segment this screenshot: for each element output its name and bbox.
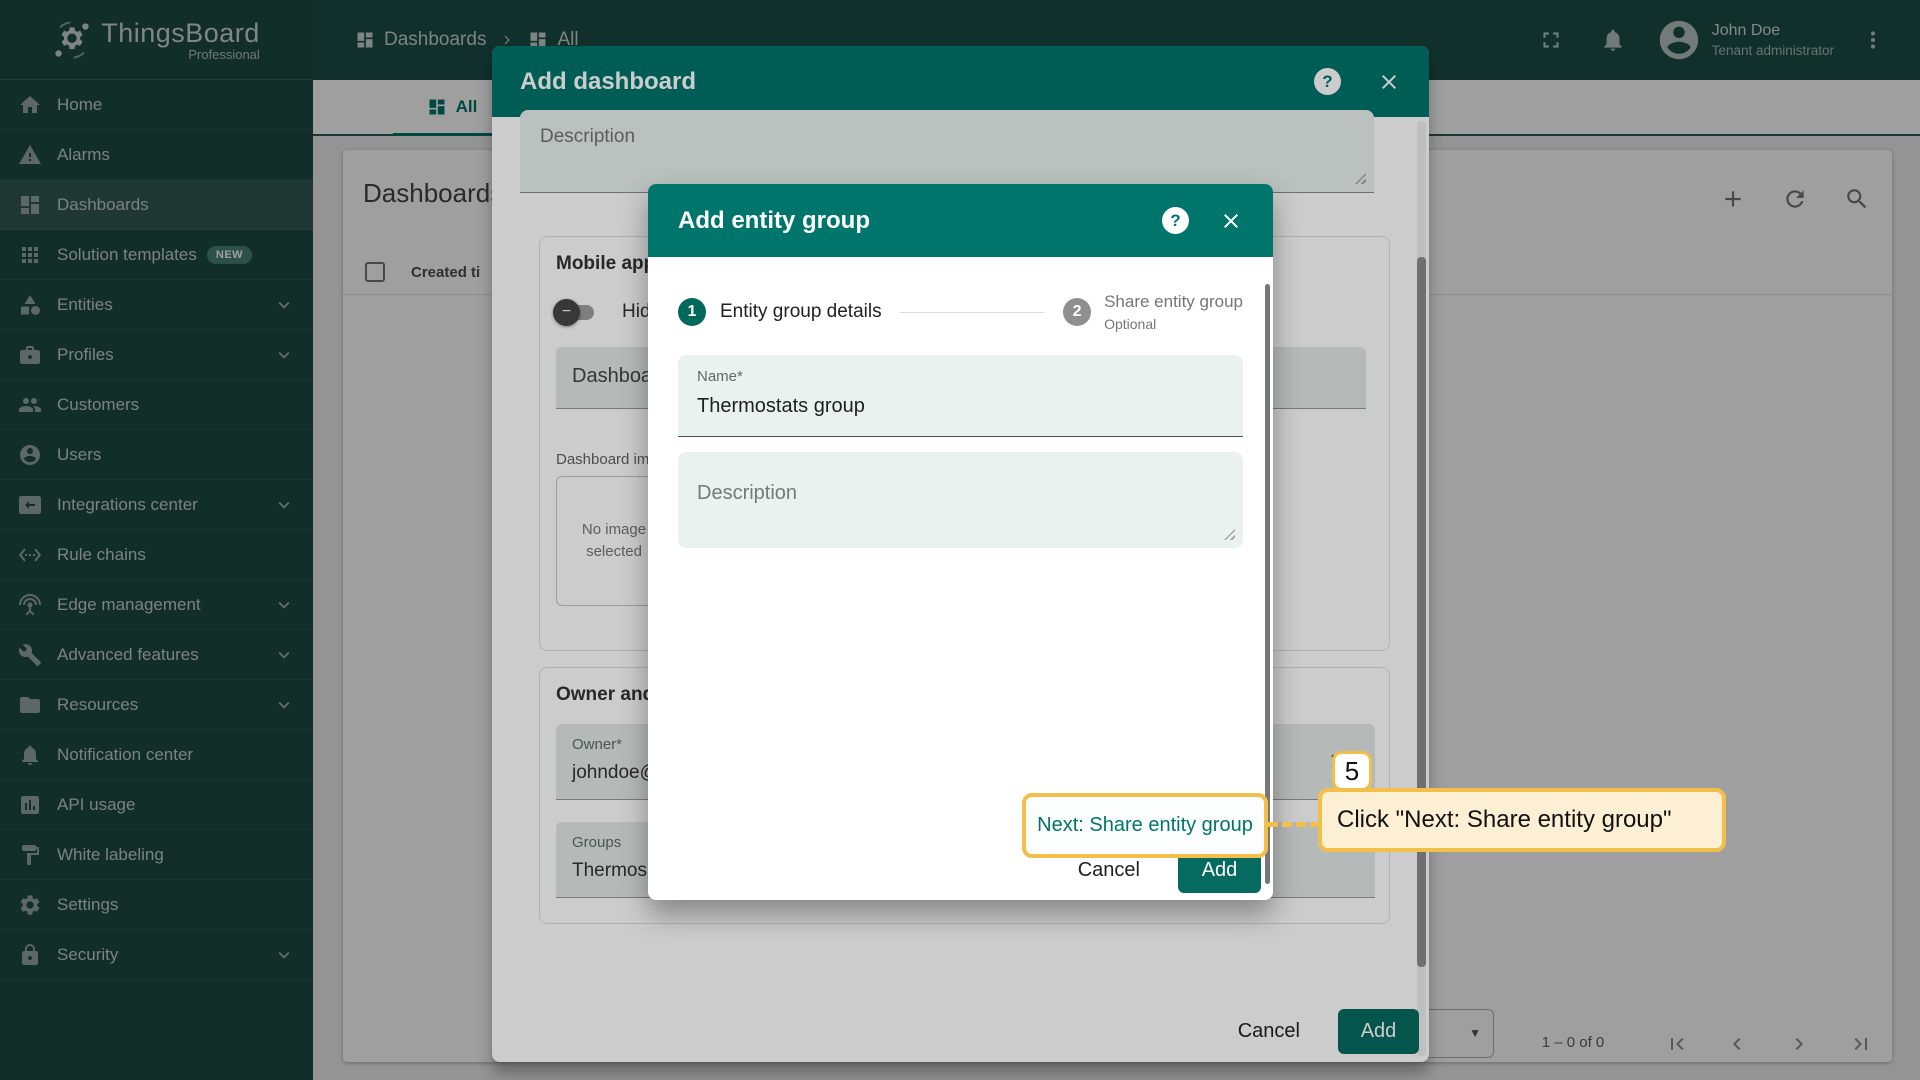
annotation-tooltip: Click "Next: Share entity group" xyxy=(1318,788,1726,852)
name-field[interactable]: Name* Thermostats group xyxy=(678,355,1243,437)
stepper: 1 Entity group details 2 Share entity gr… xyxy=(678,284,1243,340)
next-share-entity-group-button[interactable]: Next: Share entity group xyxy=(1022,793,1268,858)
step-2-hint: Optional xyxy=(1104,316,1243,332)
step-1-label: Entity group details xyxy=(720,301,882,323)
annotation-tooltip-text: Click "Next: Share entity group" xyxy=(1337,806,1672,834)
description-textarea[interactable]: Description xyxy=(678,452,1243,548)
step-2-indicator[interactable]: 2 xyxy=(1063,298,1091,326)
next-button-label: Next: Share entity group xyxy=(1037,814,1253,837)
step-2-label: Share entity group xyxy=(1104,292,1243,312)
dialog-title: Add entity group xyxy=(678,207,870,235)
step-1-indicator[interactable]: 1 xyxy=(678,298,706,326)
annotation-connector-line xyxy=(1268,822,1320,827)
dialog-scrollbar-thumb[interactable] xyxy=(1265,284,1270,884)
help-icon[interactable]: ? xyxy=(1162,207,1189,234)
add-entity-group-dialog-header: Add entity group ? xyxy=(648,184,1273,257)
resize-handle[interactable] xyxy=(1224,529,1235,540)
name-label: Name* xyxy=(697,368,743,385)
thingsboard-app: ThingsBoard Professional Home Alarms Das… xyxy=(0,0,1920,1080)
stepper-connector xyxy=(900,312,1045,313)
name-value: Thermostats group xyxy=(697,395,865,418)
cancel-button[interactable]: Cancel xyxy=(1078,859,1140,882)
close-icon[interactable] xyxy=(1219,209,1243,233)
annotation-step-number-badge: 5 xyxy=(1332,751,1372,791)
description-placeholder: Description xyxy=(697,482,797,505)
